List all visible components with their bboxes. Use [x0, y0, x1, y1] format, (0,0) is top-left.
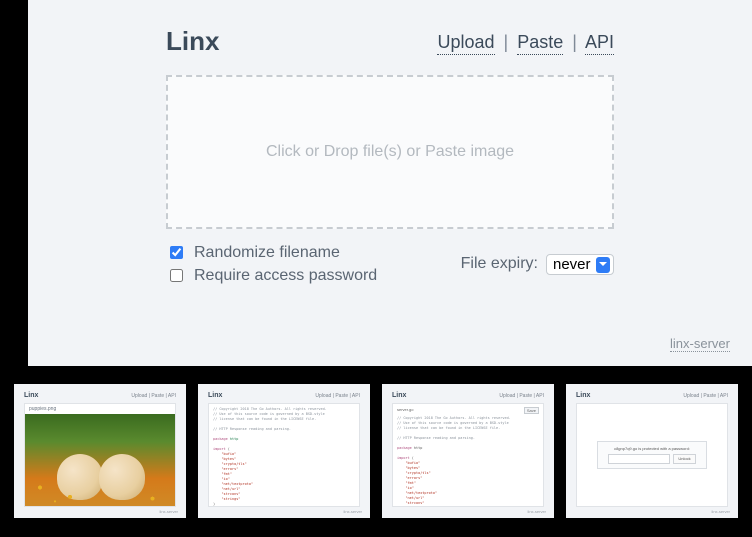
expiry-select[interactable]: never	[546, 254, 614, 275]
nav-api-link[interactable]: API	[585, 32, 614, 55]
thumb-body: c8gnp7q9.go is protected with a password…	[576, 403, 728, 507]
thumb-footer: linx-server	[344, 509, 362, 514]
thumb-body: server.go Save // Copyright 2018 The Go …	[392, 403, 544, 507]
expiry-group: File expiry: never	[461, 254, 614, 275]
thumbnail-password-protect[interactable]: Linx Upload | Paste | API c8gnp7q9.go is…	[566, 384, 738, 518]
nav-separator: |	[568, 32, 581, 52]
thumbnail-code-edit[interactable]: Linx Upload | Paste | API server.go Save…	[382, 384, 554, 518]
thumb-nav: Upload | Paste | API	[499, 393, 544, 399]
thumb-footer: linx-server	[160, 509, 178, 514]
dropzone-text: Click or Drop file(s) or Paste image	[266, 143, 514, 161]
nav-upload-link[interactable]: Upload	[437, 32, 494, 55]
thumb-code: // Copyright 2018 The Go Authors. All ri…	[397, 416, 539, 507]
unlock-button-mini: Unlock	[673, 454, 695, 464]
require-password-checkbox[interactable]	[170, 269, 183, 282]
thumbnail-code-preview[interactable]: Linx Upload | Paste | API // Copyright 2…	[198, 384, 370, 518]
nav-separator: |	[500, 32, 513, 52]
thumb-brand: Linx	[576, 392, 590, 399]
thumb-nav: Upload | Paste | API	[683, 393, 728, 399]
thumbnails-row: Linx Upload | Paste | API puppies.png li…	[14, 384, 738, 518]
expiry-label: File expiry:	[461, 255, 538, 273]
header: Linx Upload | Paste | API	[166, 26, 614, 59]
dropzone[interactable]: Click or Drop file(s) or Paste image	[166, 75, 614, 229]
footer-link[interactable]: linx-server	[670, 336, 730, 352]
brand-link[interactable]: Linx	[166, 26, 219, 59]
password-prompt: c8gnp7q9.go is protected with a password…	[597, 441, 707, 469]
thumb-filename: server.go	[397, 407, 413, 414]
thumb-footer: linx-server	[528, 509, 546, 514]
thumb-body: // Copyright 2018 The Go Authors. All ri…	[208, 403, 360, 507]
thumb-brand: Linx	[208, 392, 222, 399]
thumb-brand: Linx	[24, 392, 38, 399]
thumb-nav: Upload | Paste | API	[131, 393, 176, 399]
thumb-filename: puppies.png	[29, 406, 56, 412]
password-input-mini	[608, 454, 670, 464]
thumb-code: // Copyright 2018 The Go Authors. All ri…	[213, 407, 355, 507]
thumbnail-image-preview[interactable]: Linx Upload | Paste | API puppies.png li…	[14, 384, 186, 518]
randomize-label[interactable]: Randomize filename	[194, 244, 340, 262]
upload-options: Randomize filename Require access passwo…	[166, 243, 614, 285]
nav-links: Upload | Paste | API	[437, 32, 614, 53]
thumb-body: puppies.png	[24, 403, 176, 507]
thumb-footer: linx-server	[712, 509, 730, 514]
require-password-label[interactable]: Require access password	[194, 267, 377, 285]
password-message: c8gnp7q9.go is protected with a password…	[614, 446, 690, 451]
randomize-checkbox[interactable]	[170, 246, 183, 259]
nav-paste-link[interactable]: Paste	[517, 32, 563, 55]
thumb-image-placeholder	[25, 414, 175, 506]
thumb-save-button: Save	[524, 407, 539, 414]
main-upload-card: Linx Upload | Paste | API Click or Drop …	[28, 0, 752, 366]
thumb-brand: Linx	[392, 392, 406, 399]
thumb-nav: Upload | Paste | API	[315, 393, 360, 399]
